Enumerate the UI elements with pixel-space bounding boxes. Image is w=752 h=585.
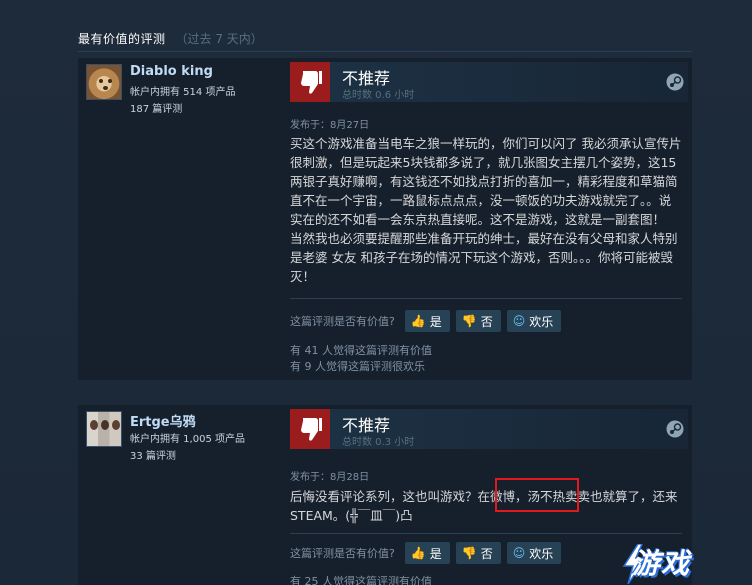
vote-no-button[interactable]: 👎 否 [455, 310, 501, 332]
thumbs-down-icon: 👎 [461, 314, 477, 328]
thumbs-down-icon: 👎 [461, 546, 477, 560]
helpful-question: 这篇评测是否有价值? [290, 547, 395, 560]
review-card: Ertge乌鸦 帐户内拥有 1,005 项产品 33 篇评测 不推荐 总时数 0… [78, 405, 692, 585]
steam-icon [666, 420, 684, 438]
review-author[interactable]: Diablo king 帐户内拥有 514 项产品 187 篇评测 [86, 64, 286, 115]
vote-funny-label: 欢乐 [529, 314, 554, 329]
vote-header[interactable]: 不推荐 总时数 0.3 小时 [290, 409, 688, 449]
avatar[interactable] [86, 64, 122, 100]
watermark-logo: 游戏 [620, 540, 752, 585]
smiley-icon: ☺ [512, 546, 526, 560]
thumbs-down-icon [290, 409, 330, 449]
section-title: 最有价值的评测 [78, 32, 166, 46]
vote-yes-label: 是 [429, 314, 442, 329]
helpful-stat: 有 25 人觉得这篇评测有价值 [290, 575, 432, 585]
avatar[interactable] [86, 411, 122, 447]
review-text: 后悔没看评论系列，这也叫游戏？在微博，汤不热卖卖也就算了，还来STEAM。(╬￣… [290, 489, 678, 523]
steam-icon [666, 73, 684, 91]
helpful-stat: 有 41 人觉得这篇评测有价值 [290, 344, 432, 357]
vote-yes-button[interactable]: 👍 是 [404, 310, 450, 332]
thumbs-up-icon: 👍 [410, 314, 426, 328]
vote-yes-button[interactable]: 👍 是 [404, 542, 450, 564]
review-author[interactable]: Ertge乌鸦 帐户内拥有 1,005 项产品 33 篇评测 [86, 411, 286, 462]
review-card: Diablo king 帐户内拥有 514 项产品 187 篇评测 不推荐 总时… [78, 58, 692, 380]
vote-header[interactable]: 不推荐 总时数 0.6 小时 [290, 62, 688, 102]
author-name[interactable]: Diablo king [130, 64, 213, 79]
review-text: 买这个游戏准备当电车之狼一样玩的，你们可以闪了 我必须承认宣传片很刺激，但是玩起… [290, 136, 682, 284]
funny-stat: 有 9 人觉得这篇评测很欢乐 [290, 360, 425, 373]
section-period: （过去 7 天内） [175, 32, 263, 46]
author-products-owned: 帐户内拥有 514 项产品 [130, 87, 236, 98]
review-hours: 总时数 0.3 小时 [342, 437, 415, 448]
helpful-vote-bar: 这篇评测是否有价值? 👍 是 👎 否 ☺ 欢乐 [290, 310, 567, 332]
vote-no-label: 否 [480, 314, 493, 329]
watermark-text: 游戏 [632, 547, 691, 580]
vote-yes-label: 是 [429, 546, 442, 561]
vote-no-button[interactable]: 👎 否 [455, 542, 501, 564]
smiley-icon: ☺ [512, 314, 526, 328]
divider [290, 533, 682, 534]
thumbs-up-icon: 👍 [410, 546, 426, 560]
highlight-annotation-box [495, 478, 579, 512]
author-products-owned: 帐户内拥有 1,005 项产品 [130, 434, 245, 445]
posted-date: 发布于：8月27日 [290, 120, 370, 131]
review-hours: 总时数 0.6 小时 [342, 90, 415, 101]
author-review-count[interactable]: 187 篇评测 [130, 100, 182, 115]
vote-funny-button[interactable]: ☺ 欢乐 [506, 542, 562, 564]
section-header: 最有价值的评测 （过去 7 天内） [78, 30, 692, 52]
vote-no-label: 否 [480, 546, 493, 561]
vote-funny-label: 欢乐 [529, 546, 554, 561]
vote-funny-button[interactable]: ☺ 欢乐 [506, 310, 562, 332]
helpful-vote-bar: 这篇评测是否有价值? 👍 是 👎 否 ☺ 欢乐 [290, 542, 567, 564]
author-review-count[interactable]: 33 篇评测 [130, 447, 176, 462]
divider [290, 298, 682, 299]
author-name[interactable]: Ertge乌鸦 [130, 411, 196, 430]
helpful-question: 这篇评测是否有价值? [290, 315, 395, 328]
posted-date: 发布于：8月28日 [290, 472, 370, 483]
thumbs-down-icon [290, 62, 330, 102]
